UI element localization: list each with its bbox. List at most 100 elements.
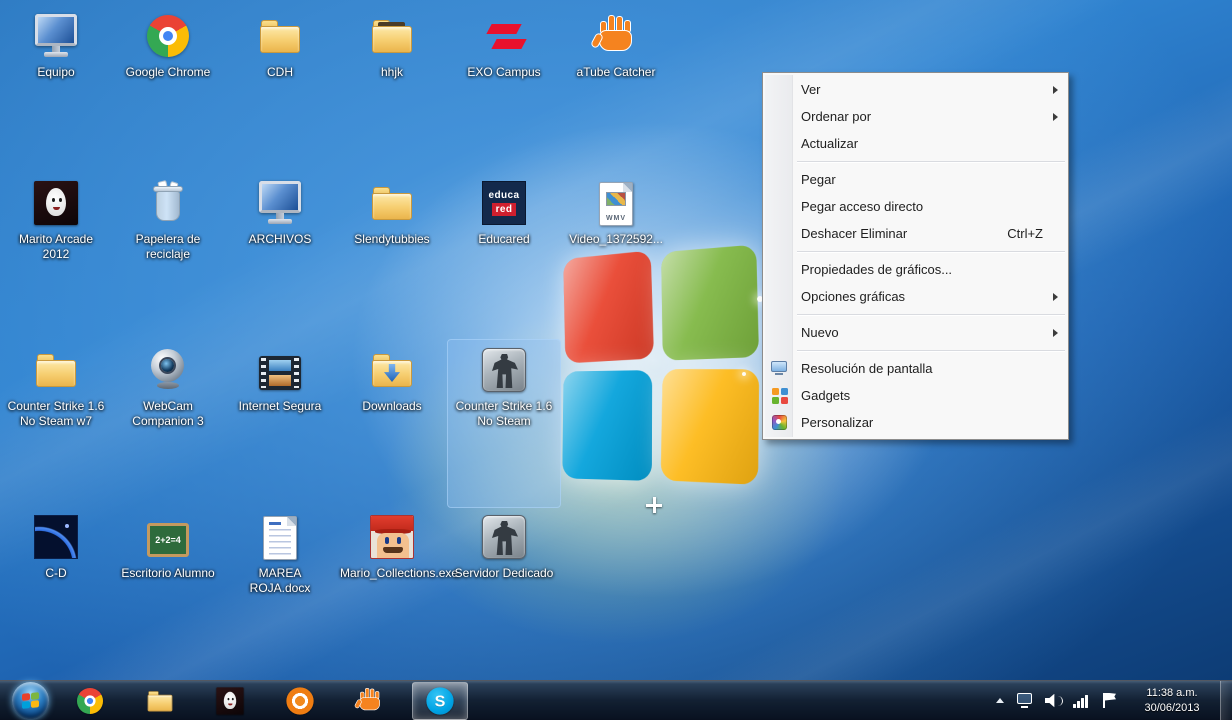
submenu-arrow-icon <box>1053 112 1058 121</box>
taskbar-button-atube-catcher[interactable] <box>342 681 398 720</box>
chalkboard-icon: 2+2=4 <box>147 522 189 557</box>
desktop[interactable]: Equipo Google Chrome CDH hhjk EXO Campus aTub… <box>0 0 1232 680</box>
desktop-icon-label: hhjk <box>380 65 403 79</box>
taskbar-button-skype[interactable]: S <box>412 681 468 720</box>
show-hidden-icons-button[interactable] <box>988 681 1012 720</box>
desktop-icon-image <box>145 177 191 229</box>
menu-item-label: Propiedades de gráficos... <box>801 262 953 277</box>
desktop-icon-label: C-D <box>45 566 67 580</box>
desktop-icon-educared[interactable]: educa red Educared <box>448 173 560 340</box>
desktop-icon-image <box>369 344 415 396</box>
desktop-icon-label: Servidor Dedicado <box>454 566 554 580</box>
desktop-icon-exo-campus[interactable]: EXO Campus <box>448 6 560 173</box>
menu-item-pegar-acceso-directo[interactable]: Pegar acceso directo <box>764 193 1067 220</box>
folder-icon <box>33 347 79 393</box>
menu-item-pegar[interactable]: Pegar <box>764 166 1067 193</box>
desktop-icon-atube-catcher[interactable]: aTube Catcher <box>560 6 672 173</box>
wmv-icon: WMV <box>599 182 633 226</box>
desktop-icon-papelera-de-reciclaje[interactable]: Papelera de reciclaje <box>112 173 224 340</box>
tray-display-icon[interactable] <box>1015 691 1037 711</box>
recycle-icon <box>145 180 191 226</box>
taskbar-clock[interactable]: 11:38 a.m. 30/06/2013 <box>1129 686 1215 716</box>
desktop-icon-equipo[interactable]: Equipo <box>0 6 112 173</box>
desktop-icon-webcam-companion-3[interactable]: WebCam Companion 3 <box>112 340 224 507</box>
folder-icon <box>369 180 415 226</box>
desktop-icon-servidor-dedicado[interactable]: Servidor Dedicado <box>448 507 560 674</box>
menu-item-nuevo[interactable]: Nuevo <box>764 319 1067 346</box>
desktop-icon-downloads[interactable]: Downloads <box>336 340 448 507</box>
menu-item-ver[interactable]: Ver <box>764 76 1067 103</box>
tray-volume-icon[interactable] <box>1043 691 1065 711</box>
desktop-icon-image <box>34 511 78 563</box>
system-tray: 11:38 a.m. 30/06/2013 <box>988 681 1232 720</box>
menu-shortcut: Ctrl+Z <box>1007 226 1043 241</box>
menu-item-deshacer-eliminar[interactable]: Deshacer Eliminar Ctrl+Z <box>764 220 1067 247</box>
desktop-icon-archivos[interactable]: ARCHIVOS <box>224 173 336 340</box>
context-menu: Ver Ordenar por Actualizar Pegar Pegar acces… <box>762 72 1069 440</box>
menu-item-actualizar[interactable]: Actualizar <box>764 130 1067 157</box>
hand-icon <box>589 13 639 59</box>
desktop-icon-counter-strike-16-no-steam[interactable]: Counter Strike 1.6 No Steam <box>447 339 561 508</box>
folder-media-icon <box>369 13 415 59</box>
menu-item-label: Resolución de pantalla <box>801 361 933 376</box>
gadgets-icon <box>771 387 788 404</box>
desktop-icon-mario-collections[interactable]: Mario_Collections.exe <box>336 507 458 674</box>
menu-item-label: Deshacer Eliminar <box>801 226 908 241</box>
desktop-icon-cdh[interactable]: CDH <box>224 6 336 173</box>
menu-item-propiedades-de-graficos[interactable]: Propiedades de gráficos... <box>764 256 1067 283</box>
desktop-icon-image <box>34 177 78 229</box>
start-button[interactable] <box>12 682 49 719</box>
menu-item-resolucion-de-pantalla[interactable]: Resolución de pantalla <box>764 355 1067 382</box>
clock-time: 11:38 a.m. <box>1146 686 1198 699</box>
menu-item-personalizar[interactable]: Personalizar <box>764 409 1067 436</box>
desktop-icon-slendytubbies[interactable]: Slendytubbies <box>336 173 448 340</box>
desktop-icon-google-chrome[interactable]: Google Chrome <box>112 6 224 173</box>
screen-resolution-icon <box>771 360 788 377</box>
puppet-icon <box>34 181 78 225</box>
taskbar-button-explorer[interactable] <box>132 681 188 720</box>
desktop-icon-image: WMV <box>599 177 633 229</box>
menu-item-gadgets[interactable]: Gadgets <box>764 382 1067 409</box>
desktop-icon-escritorio-alumno[interactable]: 2+2=4 Escritorio Alumno <box>112 507 224 674</box>
menu-item-opciones-graficas[interactable]: Opciones gráficas <box>764 283 1067 310</box>
desktop-icon-image <box>257 10 303 62</box>
desktop-icon-video-1372592[interactable]: WMV Video_1372592... <box>560 173 672 340</box>
menu-separator <box>797 350 1065 351</box>
educared-icon: educa red <box>482 181 526 225</box>
mouse-cursor <box>646 497 662 513</box>
menu-item-label: Pegar acceso directo <box>801 199 924 214</box>
desktop-icon-label: MAREA ROJA.docx <box>249 566 311 596</box>
desktop-icon-internet-segura[interactable]: Internet Segura <box>224 340 336 507</box>
desktop-icon-image <box>369 10 415 62</box>
computer-icon <box>33 13 79 59</box>
menu-item-label: Nuevo <box>801 325 839 340</box>
tray-action-center-icon[interactable] <box>1099 691 1121 711</box>
cs-icon <box>482 348 526 392</box>
tray-network-icon[interactable] <box>1071 691 1093 711</box>
desktop-icon-marito-arcade-2012[interactable]: Marito Arcade 2012 <box>0 173 112 340</box>
computer-icon <box>257 180 303 226</box>
menu-item-ordenar-por[interactable]: Ordenar por <box>764 103 1067 130</box>
tray-icons <box>1012 691 1124 711</box>
cd-icon <box>34 515 78 559</box>
taskbar-button-media-player[interactable] <box>272 681 328 720</box>
desktop-icon-label: Equipo <box>37 65 75 79</box>
submenu-arrow-icon <box>1053 85 1058 94</box>
desktop-icon-label: Escritorio Alumno <box>121 566 215 580</box>
submenu-arrow-icon <box>1053 328 1058 337</box>
taskbar-button-marito-arcade[interactable] <box>202 681 258 720</box>
menu-item-label: Actualizar <box>801 136 859 151</box>
show-desktop-button[interactable] <box>1220 681 1232 720</box>
desktop-icon-hhjk[interactable]: hhjk <box>336 6 448 173</box>
desktop-icon-marea-roja[interactable]: MAREA ROJA.docx <box>224 507 336 674</box>
desktop-icon-image <box>481 10 527 62</box>
taskbar-button-chrome[interactable] <box>62 681 118 720</box>
desktop-icon-image: educa red <box>482 177 526 229</box>
desktop-icon-counter-strike-16-no-steam-w7[interactable]: Counter Strike 1.6 No Steam w7 <box>0 340 112 507</box>
windows-logo-yellow-pane <box>660 369 760 485</box>
desktop-icon-label: Marito Arcade 2012 <box>18 232 94 262</box>
desktop-icon-c-d[interactable]: C-D <box>0 507 112 674</box>
menu-item-label: Pegar <box>801 172 836 187</box>
clock-date: 30/06/2013 <box>1144 701 1200 714</box>
chrome-icon <box>76 687 104 714</box>
